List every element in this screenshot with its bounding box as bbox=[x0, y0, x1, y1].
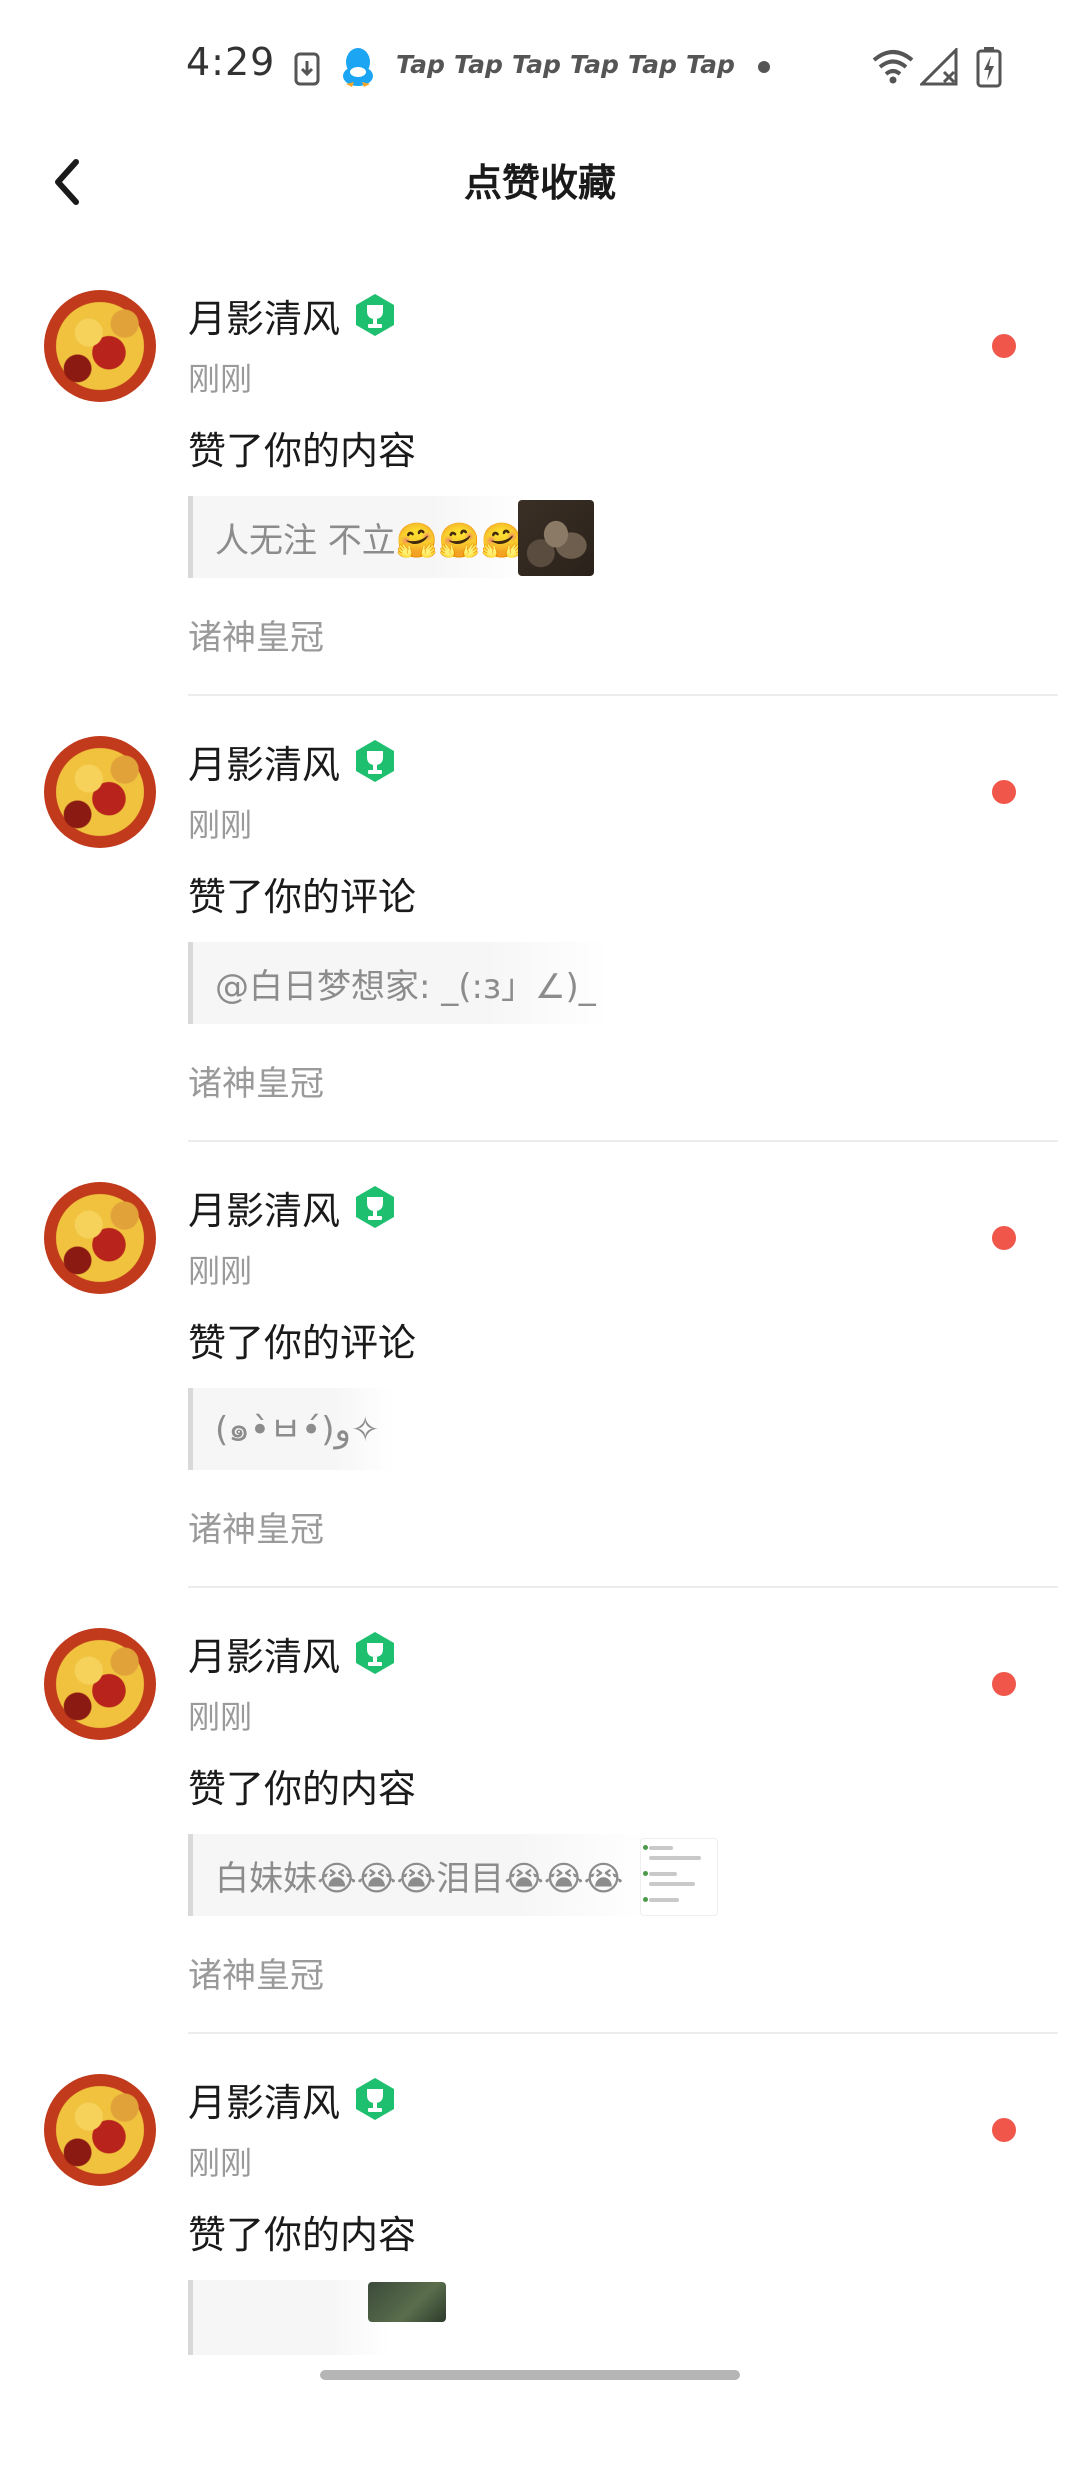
signal-off-icon bbox=[920, 48, 958, 86]
notification-item[interactable]: 月影清风 刚刚 赞了你的内容 白妹妹😭😭😭泪目😭😭😭 诸神皇冠 bbox=[0, 1588, 1080, 2034]
quote-text: 人无注 不立🤗🤗🤗 bbox=[215, 520, 523, 561]
user-name[interactable]: 月影清风 bbox=[188, 1180, 340, 1235]
user-row: 月影清风 bbox=[188, 1180, 398, 1235]
tap-notification-label: Tap bbox=[396, 50, 445, 79]
user-row: 月影清风 bbox=[188, 734, 398, 789]
quote-text: 白妹妹😭😭😭泪目😭😭😭 bbox=[215, 1858, 624, 1899]
tap-notification-label: Tap bbox=[628, 50, 677, 79]
chat-screenshot-thumbnail[interactable] bbox=[640, 1838, 718, 1916]
tap-notification-label: Tap bbox=[686, 50, 735, 79]
trophy-badge-icon bbox=[356, 1632, 395, 1674]
status-time: 4:29 bbox=[186, 40, 276, 84]
time-text: 刚刚 bbox=[188, 360, 253, 398]
wifi-icon bbox=[872, 50, 914, 84]
time-text: 刚刚 bbox=[188, 2144, 253, 2182]
avatar[interactable] bbox=[44, 736, 156, 848]
chat-avatar-dot bbox=[643, 1871, 648, 1876]
title-bar: 点赞收藏 bbox=[0, 130, 1080, 230]
trophy-badge-icon bbox=[356, 294, 395, 336]
dark-artwork-thumbnail[interactable] bbox=[518, 500, 594, 576]
quote-text: @白日梦想家: _(:з」∠)_ bbox=[215, 966, 596, 1007]
source-text[interactable]: 诸神皇冠 bbox=[188, 610, 324, 659]
tap-notification-label: Tap bbox=[570, 50, 619, 79]
chat-avatar-dot bbox=[643, 1845, 648, 1850]
user-name[interactable]: 月影清风 bbox=[188, 288, 340, 343]
page-title: 点赞收藏 bbox=[463, 161, 616, 205]
more-notifications-dot bbox=[758, 61, 770, 73]
unread-dot bbox=[992, 2118, 1016, 2142]
trophy-badge-icon bbox=[356, 740, 395, 782]
user-row: 月影清风 bbox=[188, 288, 398, 343]
quoted-content[interactable] bbox=[188, 2280, 389, 2362]
quoted-content[interactable]: @白日梦想家: _(:з」∠)_ bbox=[188, 942, 610, 1024]
chat-line bbox=[649, 1856, 701, 1860]
notification-item[interactable]: 月影清风 刚刚 赞了你的评论 (๑•̀ㅂ•́)و✧ 诸神皇冠 bbox=[0, 1142, 1080, 1588]
notification-item[interactable]: 月影清风 刚刚 赞了你的评论 @白日梦想家: _(:з」∠)_ 诸神皇冠 bbox=[0, 696, 1080, 1142]
avatar[interactable] bbox=[44, 1628, 156, 1740]
avatar[interactable] bbox=[44, 1182, 156, 1294]
time-text: 刚刚 bbox=[188, 1252, 253, 1290]
source-text[interactable]: 诸神皇冠 bbox=[188, 1948, 324, 1997]
quoted-content[interactable]: 白妹妹😭😭😭泪目😭😭😭 bbox=[188, 1834, 651, 1916]
notification-list: 月影清风 刚刚 赞了你的内容 人无注 不立🤗🤗🤗 诸神皇冠 月影清风 刚刚 赞了… bbox=[0, 250, 1080, 2480]
trophy-badge-icon bbox=[356, 2078, 395, 2120]
chat-line bbox=[649, 1846, 673, 1850]
chat-line bbox=[649, 1898, 679, 1902]
quote-text: (๑•̀ㅂ•́)و✧ bbox=[215, 1410, 380, 1450]
avatar[interactable] bbox=[44, 290, 156, 402]
battery-charging-icon bbox=[976, 47, 1002, 88]
trophy-badge-icon bbox=[356, 1186, 395, 1228]
action-text: 赞了你的内容 bbox=[188, 1767, 417, 1811]
action-text: 赞了你的评论 bbox=[188, 1321, 417, 1365]
quoted-content[interactable]: (๑•̀ㅂ•́)و✧ bbox=[188, 1388, 394, 1470]
user-name[interactable]: 月影清风 bbox=[188, 1626, 340, 1681]
tap-notification-label: Tap bbox=[512, 50, 561, 79]
download-icon bbox=[294, 52, 320, 86]
source-text[interactable]: 诸神皇冠 bbox=[188, 1502, 324, 1551]
unread-dot bbox=[992, 780, 1016, 804]
status-bar: 4:29 Tap Tap Tap Tap Tap Tap bbox=[0, 0, 1080, 130]
source-text[interactable]: 诸神皇冠 bbox=[188, 1056, 324, 1105]
game-scene-thumbnail[interactable] bbox=[368, 2282, 446, 2322]
chat-line bbox=[649, 1882, 695, 1886]
avatar[interactable] bbox=[44, 2074, 156, 2186]
user-row: 月影清风 bbox=[188, 2072, 398, 2127]
action-text: 赞了你的评论 bbox=[188, 875, 417, 919]
chat-line bbox=[649, 1872, 677, 1876]
qq-penguin-icon bbox=[343, 48, 373, 87]
unread-dot bbox=[992, 1226, 1016, 1250]
unread-dot bbox=[992, 1672, 1016, 1696]
quoted-content[interactable]: 人无注 不立🤗🤗🤗 bbox=[188, 496, 531, 578]
tap-notification-label: Tap bbox=[454, 50, 503, 79]
notification-item[interactable]: 月影清风 刚刚 赞了你的内容 bbox=[0, 2034, 1080, 2480]
chat-avatar-dot bbox=[643, 1897, 648, 1902]
action-text: 赞了你的内容 bbox=[188, 2213, 417, 2257]
user-name[interactable]: 月影清风 bbox=[188, 2072, 340, 2127]
user-name[interactable]: 月影清风 bbox=[188, 734, 340, 789]
unread-dot bbox=[992, 334, 1016, 358]
notification-item[interactable]: 月影清风 刚刚 赞了你的内容 人无注 不立🤗🤗🤗 诸神皇冠 bbox=[0, 250, 1080, 696]
user-row: 月影清风 bbox=[188, 1626, 398, 1681]
time-text: 刚刚 bbox=[188, 1698, 253, 1736]
action-text: 赞了你的内容 bbox=[188, 429, 417, 473]
time-text: 刚刚 bbox=[188, 806, 253, 844]
home-gesture-bar[interactable] bbox=[320, 2370, 740, 2380]
